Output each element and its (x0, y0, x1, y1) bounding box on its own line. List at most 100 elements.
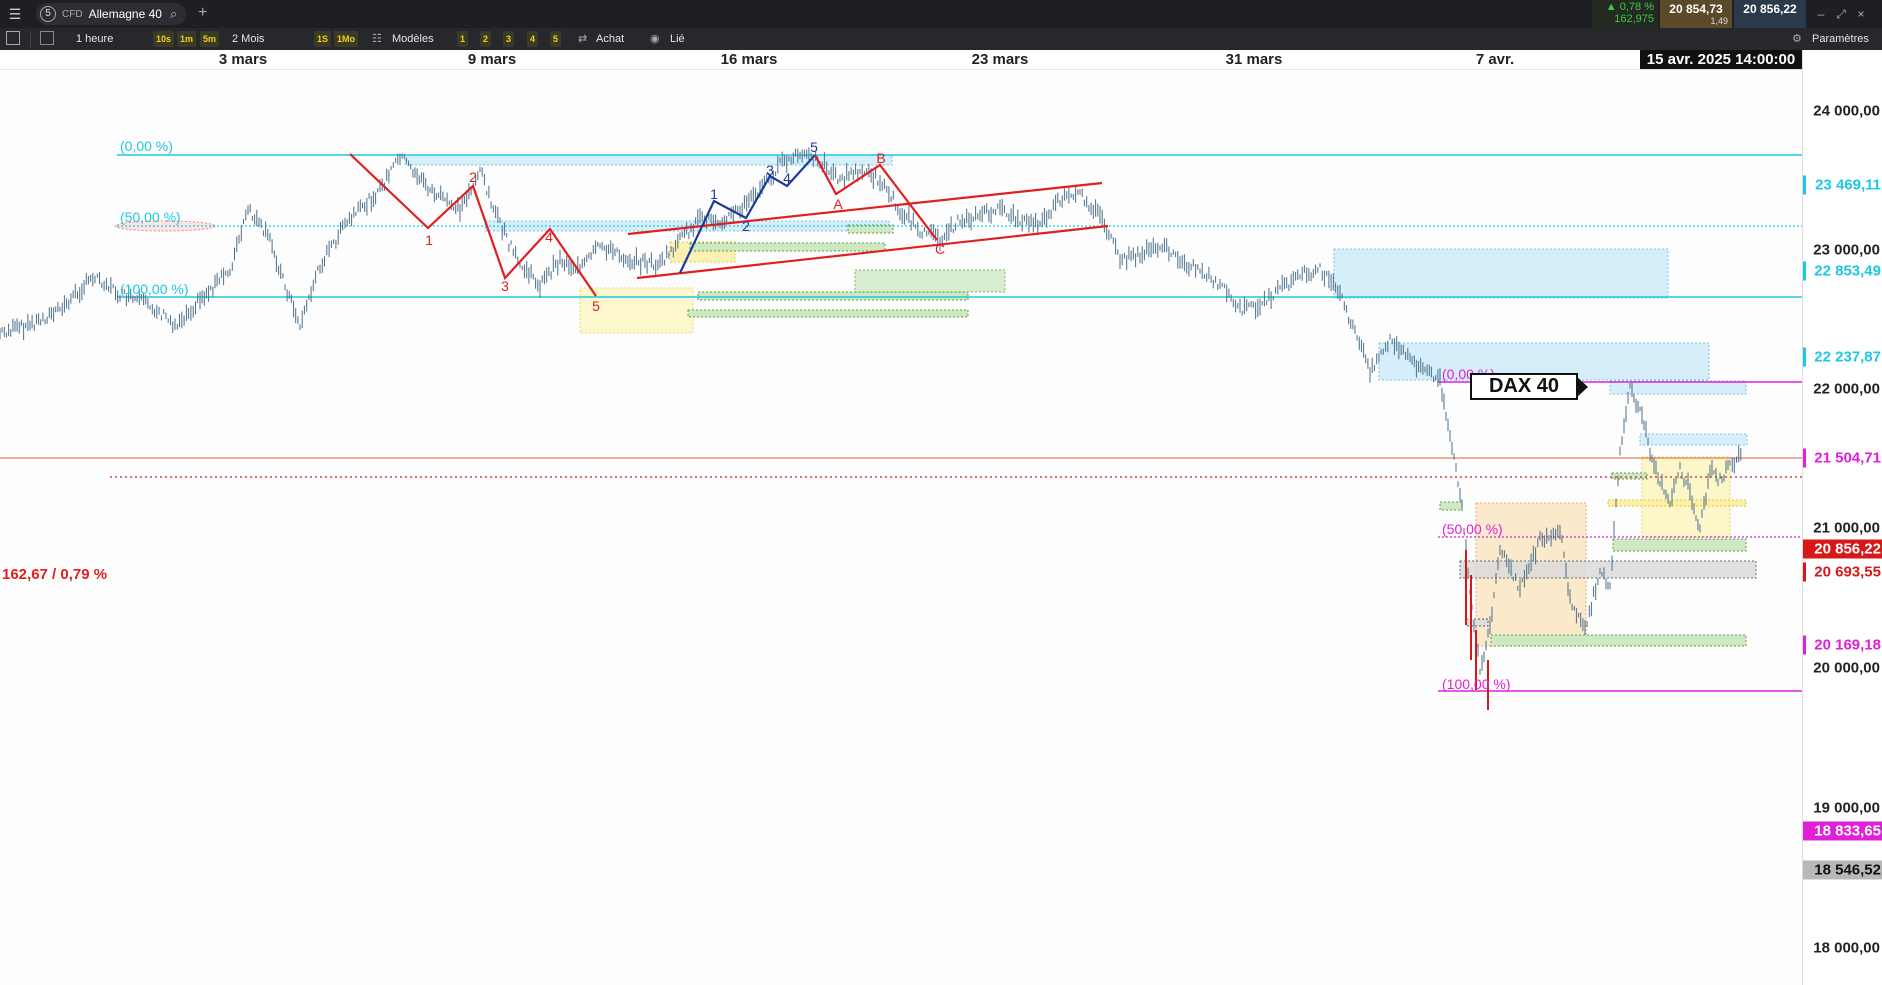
price-tag: 22 853,49 (1803, 261, 1882, 281)
fib-magenta-100-label: (100,00 %) (1442, 676, 1511, 692)
date-axis: 3 mars 9 mars 16 mars 23 mars 31 mars 7 … (0, 50, 1802, 70)
price-label: 22 000,00 (1813, 380, 1880, 398)
cursor-date-label: 15 avr. 2025 14:00:00 (1640, 50, 1802, 69)
model-slot-1[interactable]: 1 (457, 31, 469, 47)
chart-canvas[interactable] (0, 70, 1802, 985)
zone-grey (1465, 618, 1489, 627)
price-chart[interactable]: (0,00 %) (50,00 %) (100,00 %) (0,00 %) (… (0, 70, 1802, 985)
price-tag: 22 237,87 (1803, 347, 1882, 367)
zone-green (854, 269, 1006, 293)
zone-blue (1639, 433, 1748, 446)
gear-icon[interactable]: ⚙ (1792, 31, 1802, 47)
period-selector[interactable]: 1 heure (76, 31, 113, 47)
wave-label: 2 (469, 169, 477, 185)
price-tag: 23 469,11 (1803, 175, 1882, 195)
zone-yellow (1641, 456, 1731, 538)
hamburger-icon[interactable]: ☰ (4, 4, 26, 24)
price-label: 19 000,00 (1813, 799, 1880, 817)
arrow-right-icon (1576, 376, 1588, 398)
zone-blue (1333, 248, 1669, 299)
price-label: 18 000,00 (1813, 939, 1880, 957)
price-label: 23 000,00 (1813, 241, 1880, 259)
price-tag: 21 504,71 (1803, 448, 1882, 468)
ask-price: 20 856,22 (1743, 2, 1797, 16)
wave-label: A (833, 196, 843, 212)
fib-cyan-0-label: (0,00 %) (120, 138, 173, 154)
fib-cyan-50-label: (50,00 %) (120, 209, 181, 225)
change-points: 162,975 (1614, 13, 1654, 25)
change-percent: ▲ 0,78 % (1605, 1, 1654, 13)
buy-price-button[interactable]: 20 856,22 (1734, 0, 1806, 28)
date-label: 16 mars (720, 51, 778, 68)
model-slot-3[interactable]: 3 (503, 31, 515, 47)
zone-green (1439, 501, 1463, 511)
range-selector[interactable]: 2 Mois (232, 31, 264, 47)
fib-cyan-100-label: (100,00 %) (120, 281, 189, 297)
bid-price: 20 854,73 (1669, 2, 1723, 16)
date-label: 23 mars (971, 51, 1029, 68)
current-price-tag: 20 856,22 (1803, 539, 1882, 559)
wave-label: 3 (766, 162, 774, 178)
wave-label: 1 (425, 232, 433, 248)
close-icon[interactable]: × (1852, 5, 1870, 23)
instrument-name: Allemagne 40 (88, 7, 162, 21)
wave-label: 5 (810, 139, 818, 155)
buy-button[interactable]: Achat (596, 31, 624, 47)
plus-icon[interactable]: + (198, 4, 207, 22)
range-1s[interactable]: 1S (314, 31, 332, 47)
models-button[interactable]: Modèles (392, 31, 434, 47)
spread-annotation: 162,67 / 0,79 % (2, 566, 108, 583)
model-slot-2[interactable]: 2 (480, 31, 492, 47)
price-label: 20 000,00 (1813, 659, 1880, 677)
date-label: 3 mars (218, 51, 268, 68)
wave-label: B (876, 150, 886, 166)
models-icon: ☷ (372, 33, 382, 45)
wave-label: 5 (592, 298, 600, 314)
instrument-tag[interactable]: DAX 40 (1470, 373, 1588, 400)
reference-price-tag: 20 693,55 (1803, 562, 1882, 582)
settings-button[interactable]: Paramètres (1812, 31, 1869, 47)
zone-green (687, 309, 969, 318)
buy-icon: ⇄ (578, 33, 588, 45)
price-tag: 18 833,65 (1803, 821, 1882, 841)
wave-label: 1 (710, 186, 718, 202)
zone-green (1611, 472, 1648, 480)
sell-price-button[interactable]: 20 854,73 1,49 (1660, 0, 1732, 28)
zone-green (1612, 538, 1747, 552)
interval-5m[interactable]: 5m (200, 31, 220, 47)
fib-magenta-50-label: (50,00 %) (1442, 521, 1503, 537)
layout-icon[interactable] (6, 31, 20, 45)
zone-green (697, 291, 969, 301)
price-axis[interactable]: 24 000,00 23 000,00 22 000,00 21 000,00 … (1802, 50, 1882, 985)
detach-icon[interactable]: ⤢ (1832, 5, 1850, 23)
price-label: 24 000,00 (1813, 102, 1880, 120)
instrument-tab[interactable]: 5 CFD Allemagne 40 ⌕ (36, 3, 186, 25)
wave-label: 3 (501, 278, 509, 294)
instrument-type: CFD (62, 8, 83, 20)
search-icon[interactable]: ⌕ (170, 6, 177, 22)
date-label: 31 mars (1225, 51, 1283, 68)
linked-button[interactable]: Lié (670, 31, 685, 47)
model-slot-4[interactable]: 4 (527, 31, 539, 47)
zone-yellow (1607, 499, 1747, 507)
change-display: ▲ 0,78 % 162,975 (1592, 0, 1658, 28)
zone-green (1490, 634, 1747, 647)
link-icon: ◉ (650, 33, 660, 45)
model-slot-5[interactable]: 5 (550, 31, 562, 47)
price-tag: 20 169,18 (1803, 635, 1882, 655)
grid-icon[interactable] (40, 31, 54, 45)
date-label: 9 mars (467, 51, 517, 68)
tab-number: 5 (40, 6, 56, 22)
instrument-tag-label: DAX 40 (1470, 373, 1578, 400)
title-bar: ☰ 5 CFD Allemagne 40 ⌕ + ▲ 0,78 % 162,97… (0, 0, 1882, 28)
low-price-tag: 18 546,52 (1803, 860, 1882, 880)
interval-10s[interactable]: 10s (153, 31, 175, 47)
wave-label: C (934, 241, 946, 257)
minimize-icon[interactable]: – (1812, 5, 1830, 23)
range-1mo[interactable]: 1Mo (334, 31, 358, 47)
zone-green (689, 242, 886, 252)
interval-1m[interactable]: 1m (177, 31, 197, 47)
zone-grey (1459, 560, 1757, 579)
wave-label: 4 (545, 229, 553, 245)
spread-value: 1,49 (1710, 16, 1728, 26)
